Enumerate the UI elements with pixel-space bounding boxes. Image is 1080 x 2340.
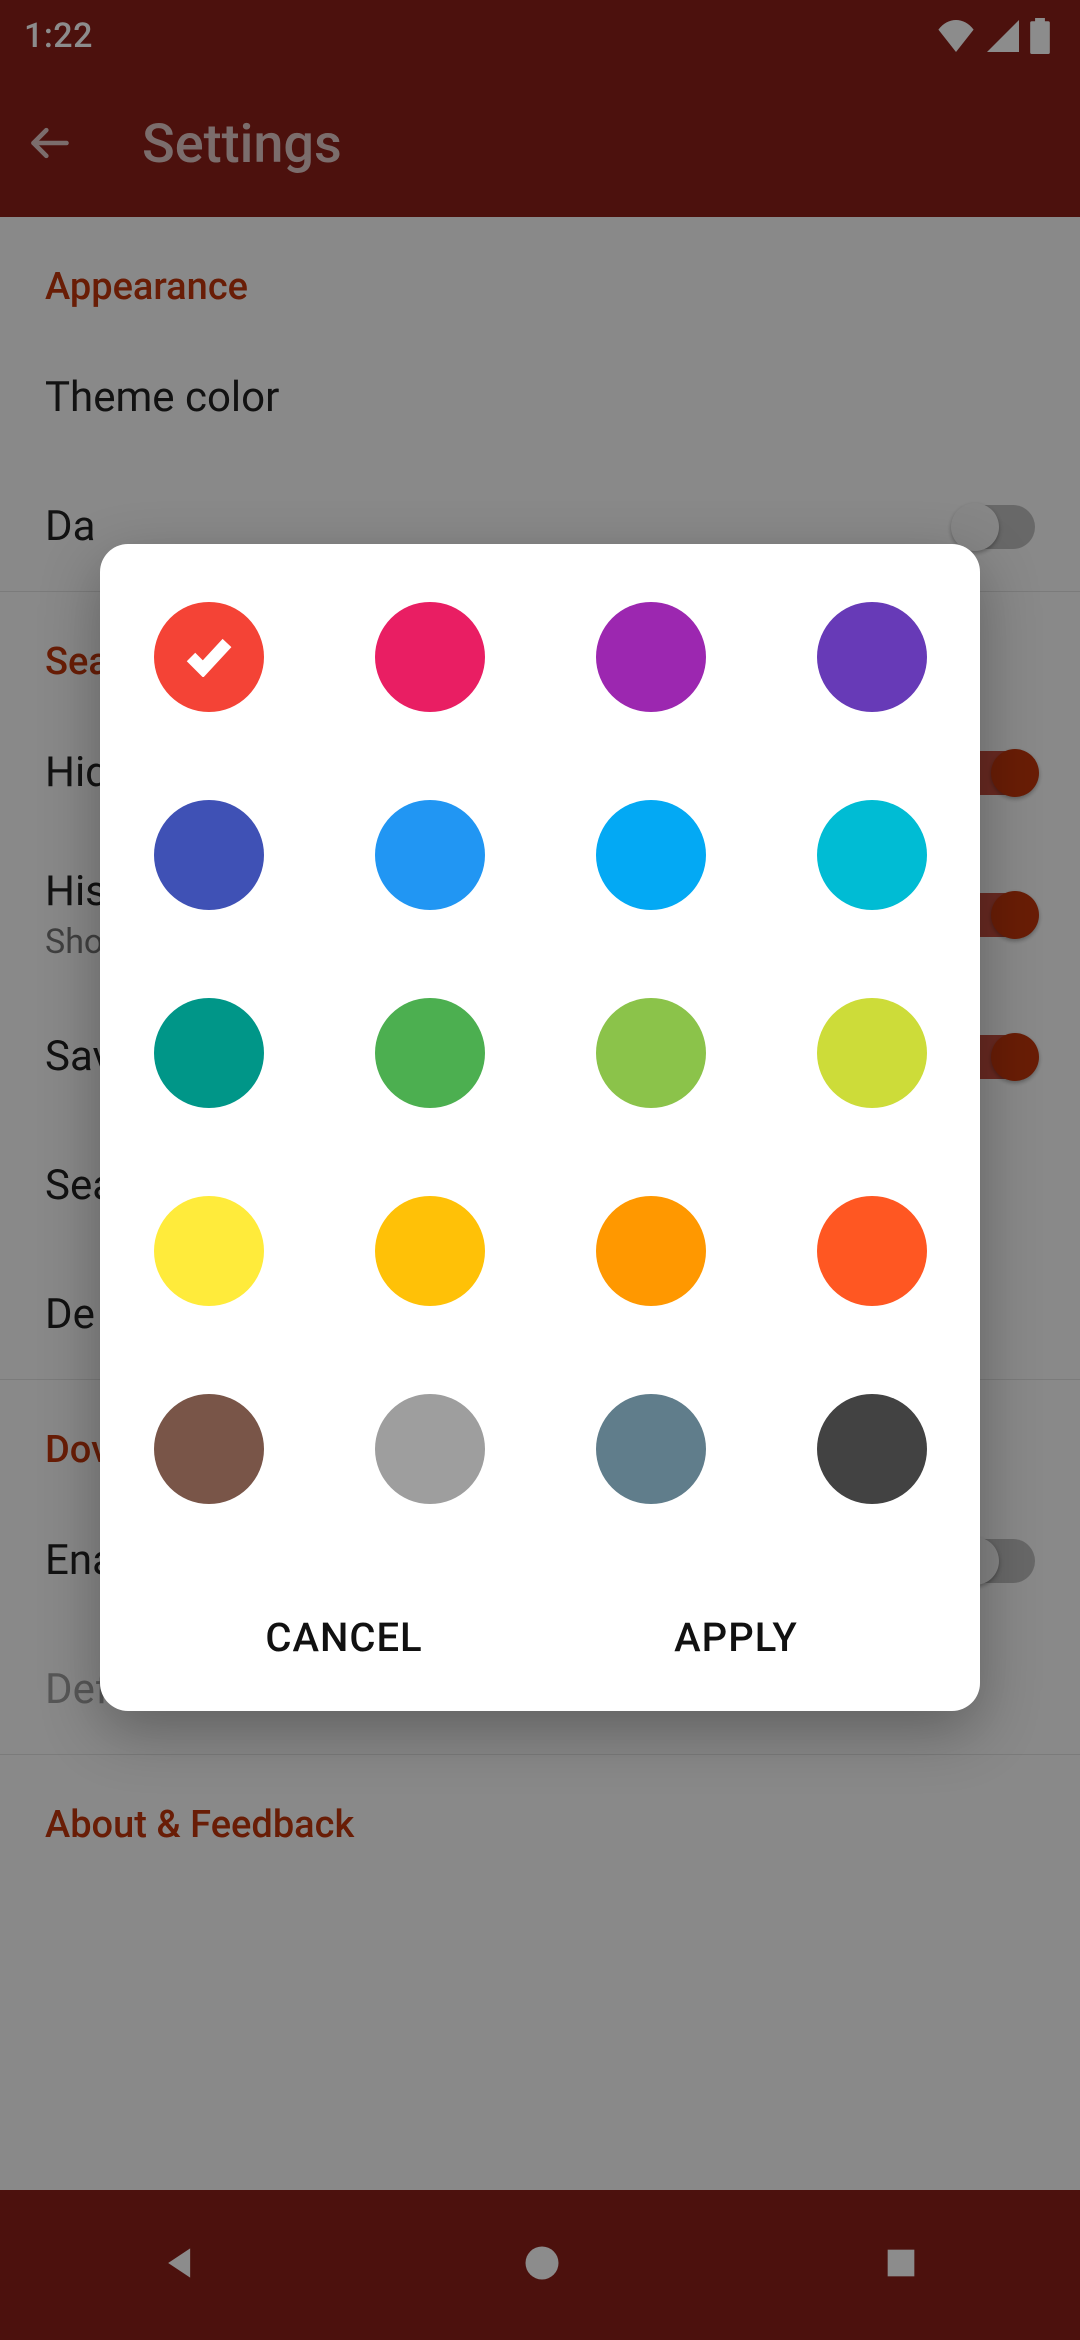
- color-swatch-blue[interactable]: [375, 800, 485, 910]
- color-swatch-grey[interactable]: [375, 1394, 485, 1504]
- color-swatch-teal[interactable]: [154, 998, 264, 1108]
- color-grid: [148, 592, 932, 1554]
- color-swatch-green[interactable]: [375, 998, 485, 1108]
- color-swatch-brown[interactable]: [154, 1394, 264, 1504]
- color-swatch-light-blue[interactable]: [596, 800, 706, 910]
- color-swatch-cyan[interactable]: [817, 800, 927, 910]
- dialog-actions: CANCEL APPLY: [148, 1554, 932, 1681]
- color-swatch-lime[interactable]: [817, 998, 927, 1108]
- color-swatch-light-green[interactable]: [596, 998, 706, 1108]
- color-swatch-purple[interactable]: [596, 602, 706, 712]
- color-swatch-orange[interactable]: [596, 1196, 706, 1306]
- color-swatch-deep-purple[interactable]: [817, 602, 927, 712]
- color-swatch-yellow[interactable]: [154, 1196, 264, 1306]
- color-swatch-pink[interactable]: [375, 602, 485, 712]
- check-icon: [184, 637, 234, 677]
- cancel-button[interactable]: CANCEL: [148, 1594, 540, 1681]
- color-swatch-blue-grey[interactable]: [596, 1394, 706, 1504]
- color-swatch-indigo[interactable]: [154, 800, 264, 910]
- color-swatch-red[interactable]: [154, 602, 264, 712]
- color-picker-dialog: CANCEL APPLY: [100, 544, 980, 1711]
- color-swatch-amber[interactable]: [375, 1196, 485, 1306]
- apply-button[interactable]: APPLY: [540, 1594, 932, 1681]
- color-swatch-deep-orange[interactable]: [817, 1196, 927, 1306]
- color-swatch-dark-grey[interactable]: [817, 1394, 927, 1504]
